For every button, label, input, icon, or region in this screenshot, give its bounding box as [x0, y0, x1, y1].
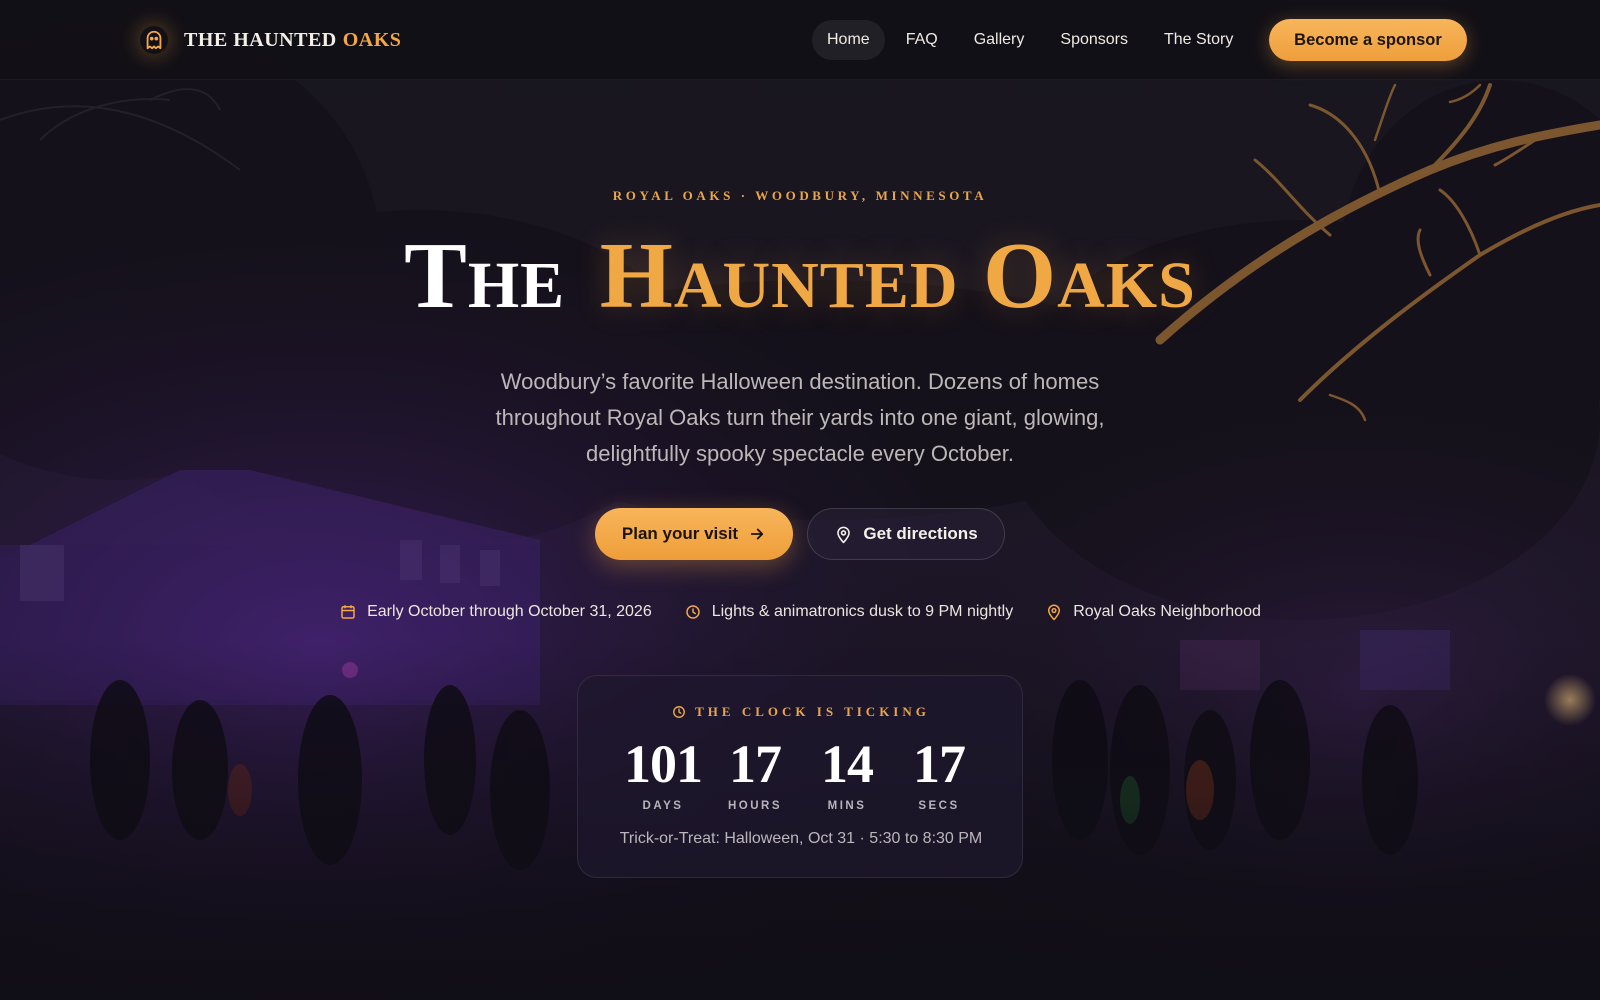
brand-name-accent: OAKS — [342, 28, 402, 51]
title-part-haunted-oaks: Haunted Oaks — [599, 224, 1196, 328]
countdown-secs: 17 SECS — [895, 734, 983, 812]
title-part-the: The — [404, 224, 566, 328]
get-directions-label: Get directions — [863, 524, 978, 543]
map-pin-icon — [834, 525, 853, 544]
countdown-secs-value: 17 — [913, 734, 966, 794]
top-navigation-bar: THE HAUNTED OAKS Home FAQ Gallery Sponsor… — [0, 0, 1600, 80]
brand-name: THE HAUNTED OAKS — [184, 29, 401, 52]
brand-logo-link[interactable]: THE HAUNTED OAKS — [140, 24, 401, 56]
brand-name-main: THE HAUNTED — [184, 28, 337, 51]
hero-cta-row: Plan your visit Get directions — [0, 508, 1600, 560]
trick-or-treat-note: Trick-or-Treat: Halloween, Oct 31 · 5:30… — [619, 830, 983, 847]
nav-link-gallery[interactable]: Gallery — [959, 20, 1040, 60]
countdown-label: THE CLOCK IS TICKING — [578, 704, 1024, 720]
countdown-card: THE CLOCK IS TICKING 101 DAYS 17 HOURS 1… — [577, 675, 1023, 878]
countdown-days-value: 101 — [624, 734, 703, 794]
clock-icon — [684, 603, 702, 621]
arrow-right-icon — [748, 525, 766, 543]
calendar-icon — [339, 603, 357, 621]
countdown-hours-caption: HOURS — [727, 800, 783, 812]
fact-dates: Early October through October 31, 2026 — [339, 603, 652, 621]
plan-visit-label: Plan your visit — [621, 524, 739, 543]
fact-location-text: Royal Oaks Neighborhood — [1073, 603, 1261, 620]
nav-link-faq[interactable]: FAQ — [891, 20, 953, 60]
countdown-hours: 17 HOURS — [711, 734, 799, 812]
fact-location: Royal Oaks Neighborhood — [1045, 603, 1261, 621]
fact-dates-text: Early October through October 31, 2026 — [367, 603, 652, 620]
plan-visit-button[interactable]: Plan your visit — [595, 508, 793, 560]
event-facts-row: Early October through October 31, 2026 L… — [0, 600, 1600, 624]
nav-link-the-story[interactable]: The Story — [1149, 20, 1248, 60]
get-directions-button[interactable]: Get directions — [807, 508, 1005, 560]
nav-link-sponsors[interactable]: Sponsors — [1045, 20, 1143, 60]
fact-hours: Lights & animatronics dusk to 9 PM night… — [684, 603, 1013, 621]
countdown-days: 101 DAYS — [619, 734, 707, 812]
hero-subtitle: Woodbury’s favorite Halloween destinatio… — [495, 369, 1105, 466]
countdown-mins-caption: MINS — [827, 800, 867, 812]
countdown-secs-caption: SECS — [918, 800, 960, 812]
become-sponsor-button[interactable]: Become a sponsor — [1269, 19, 1467, 61]
countdown-mins: 14 MINS — [803, 734, 891, 812]
countdown-hours-value: 17 — [729, 734, 782, 794]
nav-links: Home FAQ Gallery Sponsors The Story — [812, 20, 1254, 60]
hero-eyebrow: ROYAL OAKS · WOODBURY, MINNESOTA — [612, 188, 988, 203]
clock-icon — [672, 705, 686, 719]
countdown-mins-value: 14 — [821, 734, 874, 794]
countdown-label-text: THE CLOCK IS TICKING — [695, 704, 930, 719]
page-title: The Haunted Oaks — [0, 226, 1600, 326]
fact-hours-text: Lights & animatronics dusk to 9 PM night… — [711, 603, 1014, 620]
nav-link-home[interactable]: Home — [812, 20, 885, 60]
ghost-icon — [140, 26, 168, 54]
countdown-days-caption: DAYS — [642, 800, 684, 812]
countdown-units: 101 DAYS 17 HOURS 14 MINS 17 SECS — [578, 734, 1024, 812]
map-pin-icon — [1045, 603, 1063, 621]
